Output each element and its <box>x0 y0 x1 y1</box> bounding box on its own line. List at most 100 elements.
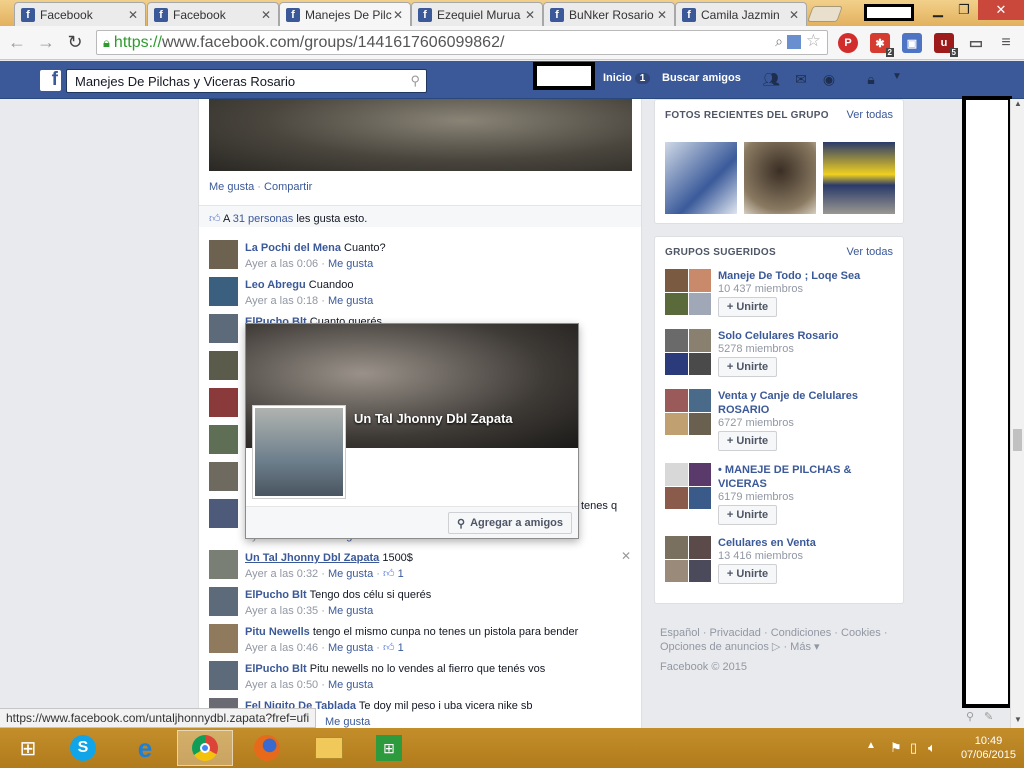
facebook-logo-icon[interactable]: f <box>40 69 61 91</box>
footer-link-language[interactable]: Español <box>660 627 700 639</box>
skype-icon[interactable]: S <box>55 730 111 766</box>
share-link[interactable]: Compartir <box>264 181 312 193</box>
group-name-link[interactable]: Venta y Canje de Celulares ROSARIO <box>718 389 893 417</box>
recent-photo[interactable] <box>665 142 737 214</box>
scrollbar-thumb[interactable] <box>1013 429 1022 451</box>
avatar[interactable] <box>209 624 238 653</box>
footer-link-cookies[interactable]: Cookies <box>841 627 881 639</box>
chrome-icon[interactable] <box>177 730 233 766</box>
network-icon[interactable]: ▯ <box>910 740 917 756</box>
recent-photo[interactable] <box>823 142 895 214</box>
close-tab-icon[interactable]: ✕ <box>788 8 800 22</box>
ublock-extension-icon[interactable]: u5 <box>934 33 958 57</box>
page-scrollbar[interactable]: ▲ ▼ <box>1010 99 1024 728</box>
group-avatar[interactable] <box>665 389 711 435</box>
avatar[interactable] <box>209 462 238 491</box>
file-explorer-icon[interactable] <box>301 730 357 766</box>
facebook-search-input[interactable]: Manejes De Pilchas y Viceras Rosario ⚲ <box>66 69 427 93</box>
extension-icon[interactable]: ▣ <box>902 33 922 53</box>
back-arrow-icon[interactable]: ← <box>6 32 28 53</box>
tab-facebook-1[interactable]: f Facebook ✕ <box>14 2 146 26</box>
restore-button[interactable]: ❐ <box>950 0 978 20</box>
avatar[interactable] <box>209 314 238 343</box>
comment-like-link[interactable]: Me gusta <box>328 642 373 654</box>
tab-bunker[interactable]: f BuNker Rosario ✕ <box>543 2 675 26</box>
join-group-button[interactable]: + Unirte <box>718 564 777 584</box>
group-name-link[interactable]: Solo Celulares Rosario <box>718 329 893 343</box>
hovercard-name[interactable]: Un Tal Jhonny Dbl Zapata <box>354 411 513 426</box>
comment-author[interactable]: ElPucho Blt <box>245 663 307 675</box>
comment-author[interactable]: Pitu Newells <box>245 626 310 638</box>
avatar[interactable] <box>209 499 238 528</box>
friend-requests-icon[interactable]: 👥︎ <box>762 71 780 87</box>
tab-ezequiel[interactable]: f Ezequiel Murua ✕ <box>411 2 543 26</box>
volume-icon[interactable]: 🔈︎ <box>928 740 936 756</box>
page-action-icon[interactable] <box>787 35 801 49</box>
likers-link[interactable]: 31 personas <box>233 213 294 225</box>
footer-link-terms[interactable]: Condiciones <box>771 627 832 639</box>
home-link[interactable]: Inicio 1 <box>603 72 651 84</box>
search-icon[interactable]: ⚲ <box>410 73 420 89</box>
comment-like-link[interactable]: Me gusta <box>328 258 373 270</box>
like-link[interactable]: Me gusta <box>209 181 254 193</box>
avatar[interactable] <box>209 240 238 269</box>
action-center-flag-icon[interactable]: ⚑ <box>890 740 902 756</box>
new-tab-button[interactable] <box>807 6 843 22</box>
join-group-button[interactable]: + Unirte <box>718 357 777 377</box>
footer-link-more[interactable]: Más <box>790 641 811 653</box>
join-group-button[interactable]: + Unirte <box>718 297 777 317</box>
close-tab-icon[interactable]: ✕ <box>656 8 668 22</box>
group-name-link[interactable]: Maneje De Todo ; Loqe Sea <box>718 269 893 283</box>
close-window-button[interactable]: ✕ <box>978 0 1024 20</box>
reload-icon[interactable]: ↻ <box>64 32 86 53</box>
footer-link-ad-choices[interactable]: Opciones de anuncios <box>660 641 769 653</box>
chat-search-icon[interactable]: ⚲ <box>966 710 974 723</box>
notifications-globe-icon[interactable]: ◉ <box>820 71 838 87</box>
tray-expand-icon[interactable]: ▲ <box>866 740 876 751</box>
recent-photo[interactable] <box>744 142 816 214</box>
avatar[interactable] <box>209 277 238 306</box>
group-name-link[interactable]: Celulares en Venta <box>718 536 893 550</box>
see-all-groups-link[interactable]: Ver todas <box>847 246 893 258</box>
avatar[interactable] <box>209 661 238 690</box>
group-avatar[interactable] <box>665 463 711 509</box>
group-avatar[interactable] <box>665 536 711 582</box>
tab-camila[interactable]: f Camila Jazmin ✕ <box>675 2 807 26</box>
firefox-icon[interactable] <box>239 730 295 766</box>
group-avatar[interactable] <box>665 329 711 375</box>
remove-comment-icon[interactable]: ✕ <box>621 549 631 563</box>
group-avatar[interactable] <box>665 269 711 315</box>
avatar[interactable] <box>209 550 238 579</box>
comment-author[interactable]: Leo Abregu <box>245 279 306 291</box>
close-tab-icon[interactable]: ✕ <box>524 8 536 22</box>
messages-icon[interactable]: ✉︎ <box>792 71 810 87</box>
bookmark-star-icon[interactable]: ☆ <box>806 31 821 51</box>
scroll-up-icon[interactable]: ▲ <box>1014 99 1022 108</box>
avatar[interactable] <box>209 425 238 454</box>
pinterest-extension-icon[interactable]: P <box>838 33 858 53</box>
privacy-shortcuts-icon[interactable]: 🔒︎ <box>862 71 880 87</box>
account-dropdown-icon[interactable]: ▼ <box>888 71 906 87</box>
comment-like-link[interactable]: Me gusta <box>328 679 373 691</box>
see-all-photos-link[interactable]: Ver todas <box>847 109 893 121</box>
comment-author[interactable]: ElPucho Blt <box>245 589 307 601</box>
internet-explorer-icon[interactable]: e <box>117 730 173 766</box>
windows-store-icon[interactable]: ⊞ <box>361 730 417 766</box>
tab-manejes-group[interactable]: fManejes De Pilchas y Viceras Rosario✕ <box>279 2 411 26</box>
join-group-button[interactable]: + Unirte <box>718 431 777 451</box>
group-name-link[interactable]: • MANEJE DE PILCHAS & VICERAS <box>718 463 893 491</box>
add-friend-button[interactable]: ⚲ Agregar a amigos <box>448 512 572 534</box>
scroll-down-icon[interactable]: ▼ <box>1014 715 1022 724</box>
close-tab-icon[interactable]: ✕ <box>392 8 404 22</box>
comment-like-link[interactable]: Me gusta <box>325 716 370 728</box>
extension-icon[interactable]: ✱ 2 <box>870 33 894 57</box>
avatar[interactable] <box>209 388 238 417</box>
tab-facebook-2[interactable]: f Facebook ✕ <box>147 2 279 26</box>
footer-link-privacy[interactable]: Privacidad <box>710 627 761 639</box>
close-tab-icon[interactable]: ✕ <box>260 8 272 22</box>
avatar[interactable] <box>209 587 238 616</box>
join-group-button[interactable]: + Unirte <box>718 505 777 525</box>
find-friends-link[interactable]: Buscar amigos <box>662 72 741 84</box>
zoom-icon[interactable]: ⌕ <box>775 33 783 50</box>
comment-author[interactable]: Un Tal Jhonny Dbl Zapata <box>245 552 379 564</box>
